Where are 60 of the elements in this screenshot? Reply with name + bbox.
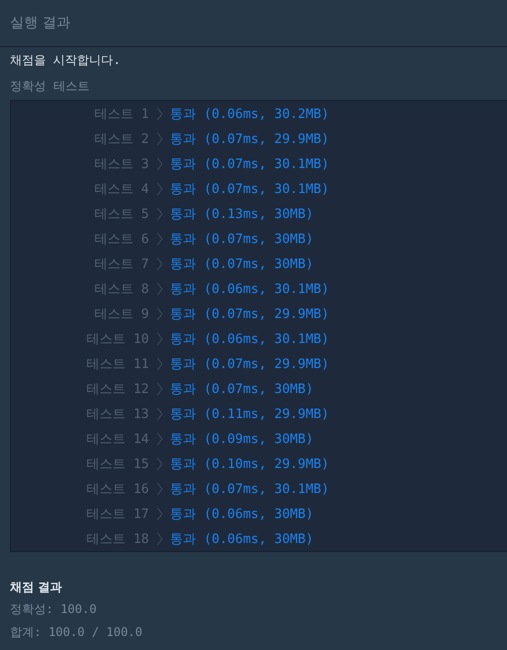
test-result: 통과 (0.07ms, 29.9MB) — [170, 130, 330, 148]
chevron-icon — [157, 532, 163, 546]
test-result: 통과 (0.07ms, 30.1MB) — [170, 180, 330, 198]
test-label: 테스트 1 — [93, 106, 149, 122]
chevron-icon — [157, 506, 163, 520]
test-label: 테스트 3 — [93, 156, 149, 172]
test-label: 테스트 11 — [86, 356, 149, 372]
test-result: 통과 (0.06ms, 30.2MB) — [170, 106, 330, 122]
section-heading: 정확성 테스트 — [10, 78, 90, 95]
test-label: 테스트 12 — [86, 380, 149, 398]
chevron-icon — [157, 406, 163, 420]
status-message: 채점을 시작합니다. — [10, 52, 120, 68]
test-result: 통과 (0.07ms, 30.1MB) — [170, 480, 330, 498]
test-label: 테스트 5 — [93, 206, 149, 222]
test-label: 테스트 7 — [93, 256, 149, 272]
chevron-icon — [157, 432, 163, 446]
test-result: 통과 (0.13ms, 30MB) — [170, 206, 314, 222]
panel-title: 실행 결과 — [10, 14, 70, 32]
test-result: 통과 (0.07ms, 30.1MB) — [170, 156, 330, 172]
test-label: 테스트 6 — [93, 230, 149, 248]
test-label: 테스트 13 — [86, 406, 149, 422]
test-label: 테스트 8 — [93, 280, 149, 298]
test-result: 통과 (0.09ms, 30MB) — [170, 430, 314, 448]
test-result: 통과 (0.06ms, 30MB) — [170, 506, 314, 522]
accuracy-score: 정확성: 100.0 — [10, 601, 97, 618]
test-result: 통과 (0.11ms, 29.9MB) — [170, 406, 330, 422]
chevron-icon — [157, 156, 163, 170]
summary-heading: 채점 결과 — [10, 578, 62, 596]
test-label: 테스트 2 — [93, 130, 149, 148]
test-label: 테스트 16 — [86, 480, 149, 498]
test-result: 통과 (0.07ms, 30MB) — [170, 230, 314, 248]
test-label: 테스트 9 — [93, 306, 149, 322]
chevron-icon — [157, 282, 163, 296]
chevron-icon — [157, 382, 163, 396]
chevron-icon — [157, 306, 163, 320]
chevron-icon — [157, 182, 163, 196]
chevron-icon — [157, 456, 163, 470]
test-result: 통과 (0.10ms, 29.9MB) — [170, 456, 330, 472]
test-label: 테스트 4 — [93, 180, 149, 198]
test-label: 테스트 17 — [86, 506, 149, 522]
chevron-icon — [157, 332, 163, 346]
test-result: 통과 (0.07ms, 30MB) — [170, 380, 314, 398]
test-result: 통과 (0.07ms, 29.9MB) — [170, 306, 330, 322]
test-result: 통과 (0.07ms, 30MB) — [170, 256, 314, 272]
chevron-icon — [157, 256, 163, 270]
test-result: 통과 (0.07ms, 29.9MB) — [170, 356, 330, 372]
chevron-icon — [157, 132, 163, 146]
test-result: 통과 (0.06ms, 30.1MB) — [170, 330, 330, 348]
chevron-icon — [157, 106, 163, 120]
chevron-icon — [157, 356, 163, 370]
total-score: 합계: 100.0 / 100.0 — [10, 624, 142, 641]
test-label: 테스트 18 — [86, 530, 149, 548]
test-label: 테스트 15 — [86, 456, 149, 472]
test-label: 테스트 10 — [86, 330, 149, 348]
chevron-icon — [157, 482, 163, 496]
chevron-icon — [157, 232, 163, 246]
test-result: 통과 (0.06ms, 30.1MB) — [170, 280, 330, 298]
test-result: 통과 (0.06ms, 30MB) — [170, 530, 314, 548]
chevron-icon — [157, 206, 163, 220]
test-label: 테스트 14 — [86, 430, 149, 448]
